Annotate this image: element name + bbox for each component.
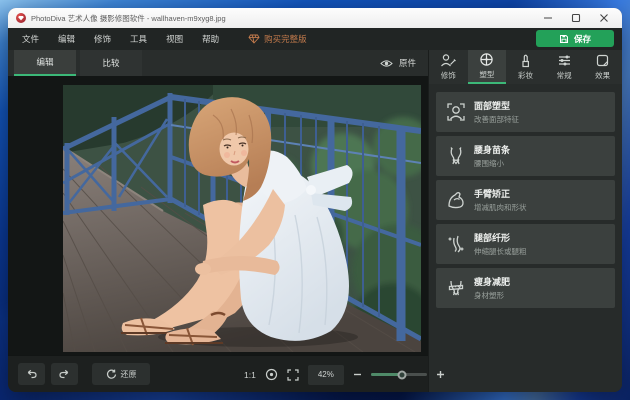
bottom-toolbar: 还原 1:1 42% xyxy=(8,355,428,392)
save-label: 保存 xyxy=(574,33,591,45)
menu-file[interactable]: 文件 xyxy=(22,33,39,45)
tool-title: 腰身苗条 xyxy=(474,143,510,156)
save-button[interactable]: 保存 xyxy=(536,30,614,47)
tool-subtitle: 增减肌肉和形状 xyxy=(474,202,527,213)
zoom-out-icon[interactable] xyxy=(353,370,362,379)
sidebar-tab-label: 塑型 xyxy=(479,69,494,80)
undo-icon xyxy=(25,369,38,379)
sidebar: 修饰 塑型 xyxy=(428,50,622,392)
zoom-in-icon[interactable] xyxy=(436,370,445,379)
tool-title: 手臂矫正 xyxy=(474,187,527,200)
tab-compare[interactable]: 比较 xyxy=(80,50,142,76)
tab-edit[interactable]: 编辑 xyxy=(14,50,76,76)
sidebar-tab-label: 修饰 xyxy=(441,70,456,81)
tool-slim-waist[interactable]: 腰身苗条 腰围缩小 xyxy=(436,136,615,176)
minimize-button[interactable] xyxy=(542,12,554,24)
gem-icon xyxy=(248,34,260,44)
body-tape-icon xyxy=(446,278,466,298)
canvas-area xyxy=(8,76,428,355)
tool-subtitle: 身材塑形 xyxy=(474,290,510,301)
tool-title: 面部塑型 xyxy=(474,99,519,112)
fit-screen-icon[interactable] xyxy=(265,368,278,381)
arm-icon xyxy=(446,190,466,210)
fullscreen-icon[interactable] xyxy=(287,369,299,381)
tool-subtitle: 改善面部特征 xyxy=(474,114,519,125)
tool-list: 面部塑型 改善面部特征 xyxy=(429,84,622,312)
adjust-icon xyxy=(557,53,572,68)
reset-icon xyxy=(106,369,117,380)
makeup-icon xyxy=(518,53,533,68)
menu-help[interactable]: 帮助 xyxy=(202,33,219,45)
tool-title: 腿部纤形 xyxy=(474,231,527,244)
sidebar-tab-effects[interactable]: 效果 xyxy=(583,50,622,84)
retouch-icon xyxy=(440,53,456,68)
leg-icon xyxy=(446,234,466,254)
sidebar-tab-label: 常规 xyxy=(557,70,572,81)
photo-canvas[interactable] xyxy=(63,85,421,352)
zoom-slider-handle[interactable] xyxy=(397,370,406,379)
sidebar-tab-general[interactable]: 常规 xyxy=(545,50,584,84)
menu-view[interactable]: 视图 xyxy=(166,33,183,45)
reset-label: 还原 xyxy=(121,369,137,380)
desktop-wallpaper: PhotoDiva 艺术人像 摄影修图软件 - wallhaven-m9xyg8… xyxy=(0,0,630,400)
effects-icon xyxy=(595,53,610,68)
tool-subtitle: 腰围缩小 xyxy=(474,158,510,169)
sidebar-tabs: 修饰 塑型 xyxy=(429,50,622,84)
redo-icon xyxy=(58,369,71,379)
undo-button[interactable] xyxy=(18,363,45,385)
tool-title: 瘦身减肥 xyxy=(474,275,510,288)
menu-edit[interactable]: 编辑 xyxy=(58,33,75,45)
menu-tools[interactable]: 工具 xyxy=(130,33,147,45)
show-original-button[interactable]: 原件 xyxy=(380,50,416,76)
tool-face-shape[interactable]: 面部塑型 改善面部特征 xyxy=(436,92,615,132)
eye-icon xyxy=(380,59,393,68)
zoom-level: 42% xyxy=(308,365,344,385)
tool-leg-slimming[interactable]: 腿部纤形 伸缩腿长或腿粗 xyxy=(436,224,615,264)
app-logo-icon xyxy=(16,13,26,23)
menu-bar: 文件 编辑 修饰 工具 视图 帮助 购买完整版 保存 xyxy=(8,28,622,50)
buy-label: 购买完整版 xyxy=(264,33,307,45)
title-bar: PhotoDiva 艺术人像 摄影修图软件 - wallhaven-m9xyg8… xyxy=(8,8,622,28)
sidebar-tab-shape[interactable]: 塑型 xyxy=(468,50,507,84)
menu-retouch[interactable]: 修饰 xyxy=(94,33,111,45)
maximize-button[interactable] xyxy=(570,12,582,24)
sidebar-tab-makeup[interactable]: 彩妆 xyxy=(506,50,545,84)
reset-button[interactable]: 还原 xyxy=(92,363,150,385)
app-window: PhotoDiva 艺术人像 摄影修图软件 - wallhaven-m9xyg8… xyxy=(8,8,622,392)
sidebar-tab-retouch[interactable]: 修饰 xyxy=(429,50,468,84)
window-title: PhotoDiva 艺术人像 摄影修图软件 - wallhaven-m9xyg8… xyxy=(31,13,226,24)
tool-subtitle: 伸缩腿长或腿粗 xyxy=(474,246,527,257)
original-label: 原件 xyxy=(399,57,416,69)
close-button[interactable] xyxy=(598,12,610,24)
zoom-slider[interactable] xyxy=(371,370,427,380)
sidebar-tab-label: 彩妆 xyxy=(518,70,533,81)
save-icon xyxy=(559,34,569,44)
view-tabstrip: 编辑 比较 原件 xyxy=(8,50,428,76)
redo-button[interactable] xyxy=(51,363,78,385)
waist-icon xyxy=(446,146,466,166)
actual-size-button[interactable]: 1:1 xyxy=(244,370,256,380)
tool-body-slimming[interactable]: 瘦身减肥 身材塑形 xyxy=(436,268,615,308)
buy-full-version-button[interactable]: 购买完整版 xyxy=(248,33,307,45)
shape-icon xyxy=(479,52,494,67)
face-outline-icon xyxy=(446,102,466,122)
tool-arm-correction[interactable]: 手臂矫正 增减肌肉和形状 xyxy=(436,180,615,220)
sidebar-tab-label: 效果 xyxy=(595,70,610,81)
